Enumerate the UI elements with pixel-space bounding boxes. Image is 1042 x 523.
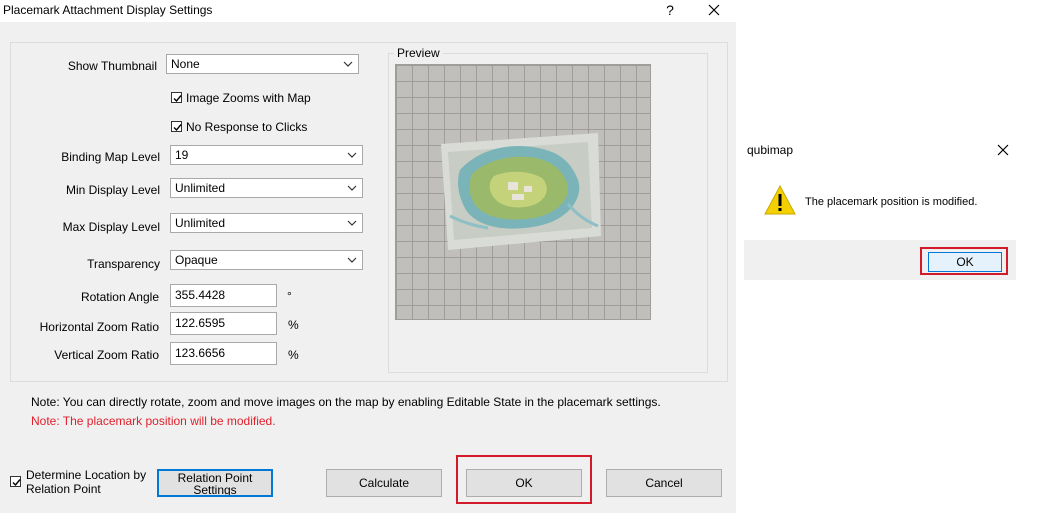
h-zoom-label: Horizontal Zoom Ratio xyxy=(39,320,159,334)
no-response-label: No Response to Clicks xyxy=(186,120,308,134)
binding-level-label: Binding Map Level xyxy=(61,150,160,164)
max-level-select[interactable]: Unlimited xyxy=(170,213,363,233)
message-box-title: qubimap xyxy=(747,143,794,157)
show-thumbnail-value: None xyxy=(171,57,200,71)
determine-location-line1: Determine Location by xyxy=(26,468,147,482)
info-note: Note: You can directly rotate, zoom and … xyxy=(31,395,661,409)
dialog-title: Placemark Attachment Display Settings xyxy=(3,3,213,17)
image-zooms-checkbox[interactable] xyxy=(171,92,182,103)
ok-highlight-box xyxy=(456,455,592,504)
transparency-value: Opaque xyxy=(175,253,218,267)
h-zoom-input[interactable]: 122.6595 xyxy=(170,312,277,335)
chevron-down-icon xyxy=(343,61,353,67)
cancel-button[interactable]: Cancel xyxy=(606,469,722,497)
rotation-label: Rotation Angle xyxy=(80,290,159,304)
max-level-label: Max Display Level xyxy=(62,220,160,234)
chevron-down-icon xyxy=(347,152,357,158)
warning-triangle-icon xyxy=(764,184,796,215)
h-zoom-value: 122.6595 xyxy=(175,316,226,330)
map-thumbnail-image xyxy=(441,133,601,250)
v-zoom-input[interactable]: 123.6656 xyxy=(170,342,277,365)
rotation-input[interactable]: 355.4428 xyxy=(170,284,277,307)
warning-note: Note: The placemark position will be mod… xyxy=(31,414,276,428)
relation-point-settings-button[interactable]: Relation Point Settings xyxy=(157,469,273,497)
transparency-label: Transparency xyxy=(87,257,160,271)
determine-location-checkbox[interactable] xyxy=(10,476,21,487)
percent-unit: % xyxy=(288,318,299,332)
preview-label: Preview xyxy=(394,46,443,60)
check-icon xyxy=(12,479,21,487)
transparency-select[interactable]: Opaque xyxy=(170,250,363,270)
check-icon xyxy=(173,124,182,132)
close-icon[interactable] xyxy=(704,0,724,20)
show-thumbnail-select[interactable]: None xyxy=(166,54,359,74)
v-zoom-label: Vertical Zoom Ratio xyxy=(54,348,159,362)
calculate-button[interactable]: Calculate xyxy=(326,469,442,497)
rotation-value: 355.4428 xyxy=(175,288,226,302)
binding-level-select[interactable]: 19 xyxy=(170,145,363,165)
show-thumbnail-label: Show Thumbnail xyxy=(67,59,157,73)
close-icon[interactable] xyxy=(993,140,1013,160)
image-zooms-label: Image Zooms with Map xyxy=(186,91,311,105)
chevron-down-icon xyxy=(347,257,357,263)
message-ok-highlight-box xyxy=(920,247,1008,275)
question-mark-icon[interactable]: ? xyxy=(660,0,680,20)
max-level-value: Unlimited xyxy=(175,216,226,230)
no-response-checkbox[interactable] xyxy=(171,121,182,132)
determine-location-line2: Relation Point xyxy=(26,482,101,496)
min-level-label: Min Display Level xyxy=(65,183,160,197)
degree-unit: ° xyxy=(287,289,292,303)
min-level-select[interactable]: Unlimited xyxy=(170,178,363,198)
min-level-value: Unlimited xyxy=(175,181,226,195)
binding-level-value: 19 xyxy=(175,148,189,162)
message-text: The placemark position is modified. xyxy=(805,196,978,208)
determine-location-label: Determine Location by Relation Point xyxy=(26,468,146,496)
v-zoom-value: 123.6656 xyxy=(175,346,226,360)
check-icon xyxy=(173,95,182,103)
chevron-down-icon xyxy=(347,185,357,191)
relation-btn-line2: Settings xyxy=(193,483,237,497)
percent-unit: % xyxy=(288,348,299,362)
chevron-down-icon xyxy=(347,220,357,226)
